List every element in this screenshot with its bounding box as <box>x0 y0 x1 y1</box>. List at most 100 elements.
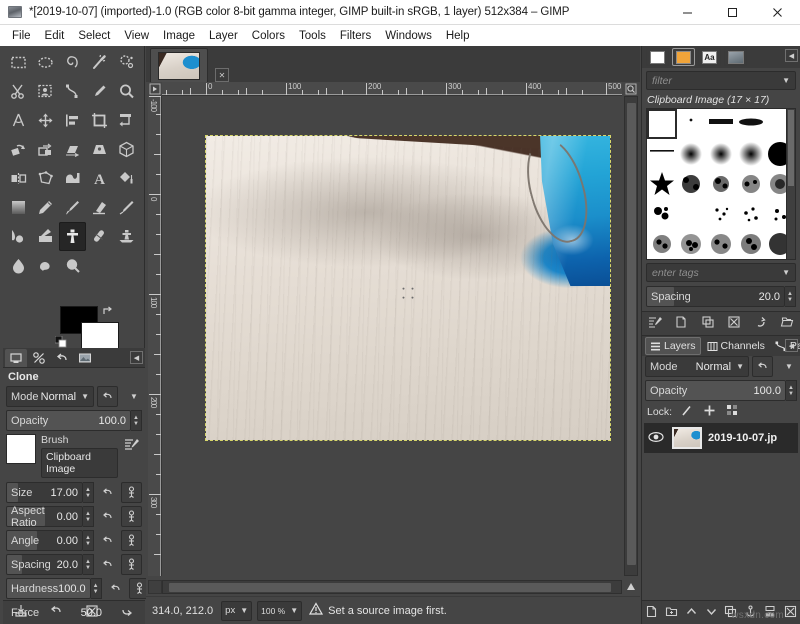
brush-cell[interactable] <box>706 139 736 169</box>
close-button[interactable] <box>755 0 800 25</box>
size-slider[interactable]: Size 17.00 <box>6 482 83 503</box>
mypaint-brush-tool[interactable] <box>32 222 59 251</box>
scale-tool[interactable] <box>32 135 59 164</box>
menu-file[interactable]: File <box>5 28 38 44</box>
image-canvas[interactable] <box>206 136 610 440</box>
brush-cell[interactable] <box>736 229 766 259</box>
brush-cell[interactable] <box>706 259 736 260</box>
layers-tab[interactable]: Layers <box>645 337 701 355</box>
fuzzy-select-tool[interactable] <box>86 48 113 77</box>
swap-colors-icon[interactable] <box>101 304 114 320</box>
minimize-button[interactable] <box>665 0 710 25</box>
ellipse-select-tool[interactable] <box>32 48 59 77</box>
brush-grid-scrollbar[interactable] <box>786 108 796 260</box>
hardness-stepper[interactable]: ▲▼ <box>91 578 102 599</box>
brush-cell[interactable] <box>706 109 736 139</box>
brush-cell[interactable] <box>677 199 707 229</box>
reset-hardness-button[interactable] <box>105 578 126 599</box>
device-status-tab[interactable] <box>5 349 27 367</box>
heal-tool[interactable] <box>86 222 113 251</box>
reset-angle-button[interactable] <box>97 530 118 551</box>
vertical-scroll-thumb[interactable] <box>627 103 636 565</box>
brush-filter-input[interactable]: filter ▼ <box>646 71 796 90</box>
brush-cell-clipboard[interactable] <box>647 109 677 139</box>
menu-select[interactable]: Select <box>71 28 117 44</box>
spacing-dynamics-link-button[interactable] <box>121 554 142 575</box>
brush-spacing-stepper[interactable]: ▲▼ <box>785 286 796 307</box>
raise-layer-button[interactable] <box>685 605 698 621</box>
bucket-fill-tool[interactable] <box>113 164 140 193</box>
canvas-horizontal-scrollbar[interactable] <box>162 580 622 594</box>
eraser-tool[interactable] <box>86 193 113 222</box>
alignment-tool[interactable] <box>59 106 86 135</box>
airbrush-tool[interactable] <box>113 193 140 222</box>
brushes-tab[interactable] <box>646 48 669 66</box>
angle-slider[interactable]: Angle 0.00 <box>6 530 83 551</box>
vertical-ruler[interactable]: -100 0 100 200 300 <box>148 96 162 576</box>
lock-alpha-button[interactable] <box>726 404 739 420</box>
blur-sharpen-tool[interactable] <box>5 251 32 280</box>
paintbrush-tool[interactable] <box>59 193 86 222</box>
rotate-tool[interactable] <box>5 135 32 164</box>
reset-layer-mode-button[interactable] <box>752 356 773 377</box>
zoom-image-when-window-resized-icon[interactable] <box>624 82 638 96</box>
lower-layer-button[interactable] <box>705 605 718 621</box>
brush-cell[interactable] <box>647 259 677 260</box>
free-select-tool[interactable] <box>59 48 86 77</box>
shear-tool[interactable] <box>59 135 86 164</box>
image-tab-2019-10-07[interactable] <box>150 48 208 82</box>
brush-cell[interactable] <box>647 199 677 229</box>
reset-size-button[interactable] <box>97 482 118 503</box>
brush-cell[interactable] <box>677 259 707 260</box>
menu-filters[interactable]: Filters <box>333 28 378 44</box>
menu-help[interactable]: Help <box>439 28 477 44</box>
layer-opacity-slider[interactable]: Opacity 100.0 <box>645 380 786 401</box>
chevron-down-icon[interactable]: ▼ <box>782 268 790 277</box>
brush-spacing-slider[interactable]: Spacing 20.0 <box>646 286 785 307</box>
paint-mode-select[interactable]: Mode Normal ▼ <box>6 386 94 407</box>
background-color-swatch[interactable] <box>81 322 119 350</box>
mode-extra-chevron[interactable]: ▼ <box>121 386 142 407</box>
layer-mode-extra-chevron[interactable]: ▼ <box>776 356 797 377</box>
reset-spacing-button[interactable] <box>97 554 118 575</box>
size-dynamics-link-button[interactable] <box>121 482 142 503</box>
layer-opacity-stepper[interactable]: ▲▼ <box>786 380 797 401</box>
brush-cell[interactable] <box>736 199 766 229</box>
horizontal-scroll-thumb[interactable] <box>169 583 611 592</box>
ink-tool[interactable] <box>5 222 32 251</box>
brush-cell[interactable] <box>736 169 766 199</box>
fonts-tab[interactable]: Aa <box>698 48 721 66</box>
edit-brush-icon[interactable] <box>121 434 142 455</box>
select-by-color-tool[interactable] <box>113 48 140 77</box>
edit-brush-button[interactable] <box>648 315 662 332</box>
menu-colors[interactable]: Colors <box>245 28 292 44</box>
delete-brush-button[interactable] <box>727 315 741 332</box>
reset-tool-options-button[interactable] <box>120 604 134 621</box>
opacity-slider[interactable]: Opacity 100.0 <box>6 410 131 431</box>
flip-tool[interactable] <box>5 164 32 193</box>
brush-cell[interactable] <box>736 139 766 169</box>
canvas-vertical-scrollbar[interactable] <box>624 96 638 576</box>
horizontal-ruler[interactable]: 0 100 200 300 400 500 <box>162 82 622 96</box>
channels-tab[interactable]: Channels <box>703 338 769 354</box>
perspective-clone-tool[interactable] <box>113 222 140 251</box>
color-picker-tool[interactable] <box>86 77 113 106</box>
size-stepper[interactable]: ▲▼ <box>83 482 94 503</box>
brush-cell[interactable] <box>706 199 736 229</box>
layer-visibility-toggle[interactable] <box>648 430 664 447</box>
brush-cell[interactable] <box>647 169 677 199</box>
brush-name-value[interactable]: Clipboard Image <box>41 448 118 478</box>
duplicate-brush-button[interactable] <box>701 315 715 332</box>
warp-transform-tool[interactable] <box>59 164 86 193</box>
zoom-tool[interactable] <box>113 77 140 106</box>
dodge-burn-tool[interactable] <box>59 251 86 280</box>
smudge-tool[interactable] <box>32 251 59 280</box>
text-tool[interactable]: A <box>86 164 113 193</box>
layer-mode-select[interactable]: Mode Normal ▼ <box>645 356 749 377</box>
brush-grid[interactable] <box>646 108 796 260</box>
refresh-brushes-button[interactable] <box>753 315 767 332</box>
brush-cell[interactable] <box>647 229 677 259</box>
restore-tool-preset-button[interactable] <box>49 604 63 621</box>
menu-view[interactable]: View <box>117 28 156 44</box>
new-layer-button[interactable] <box>645 605 658 621</box>
